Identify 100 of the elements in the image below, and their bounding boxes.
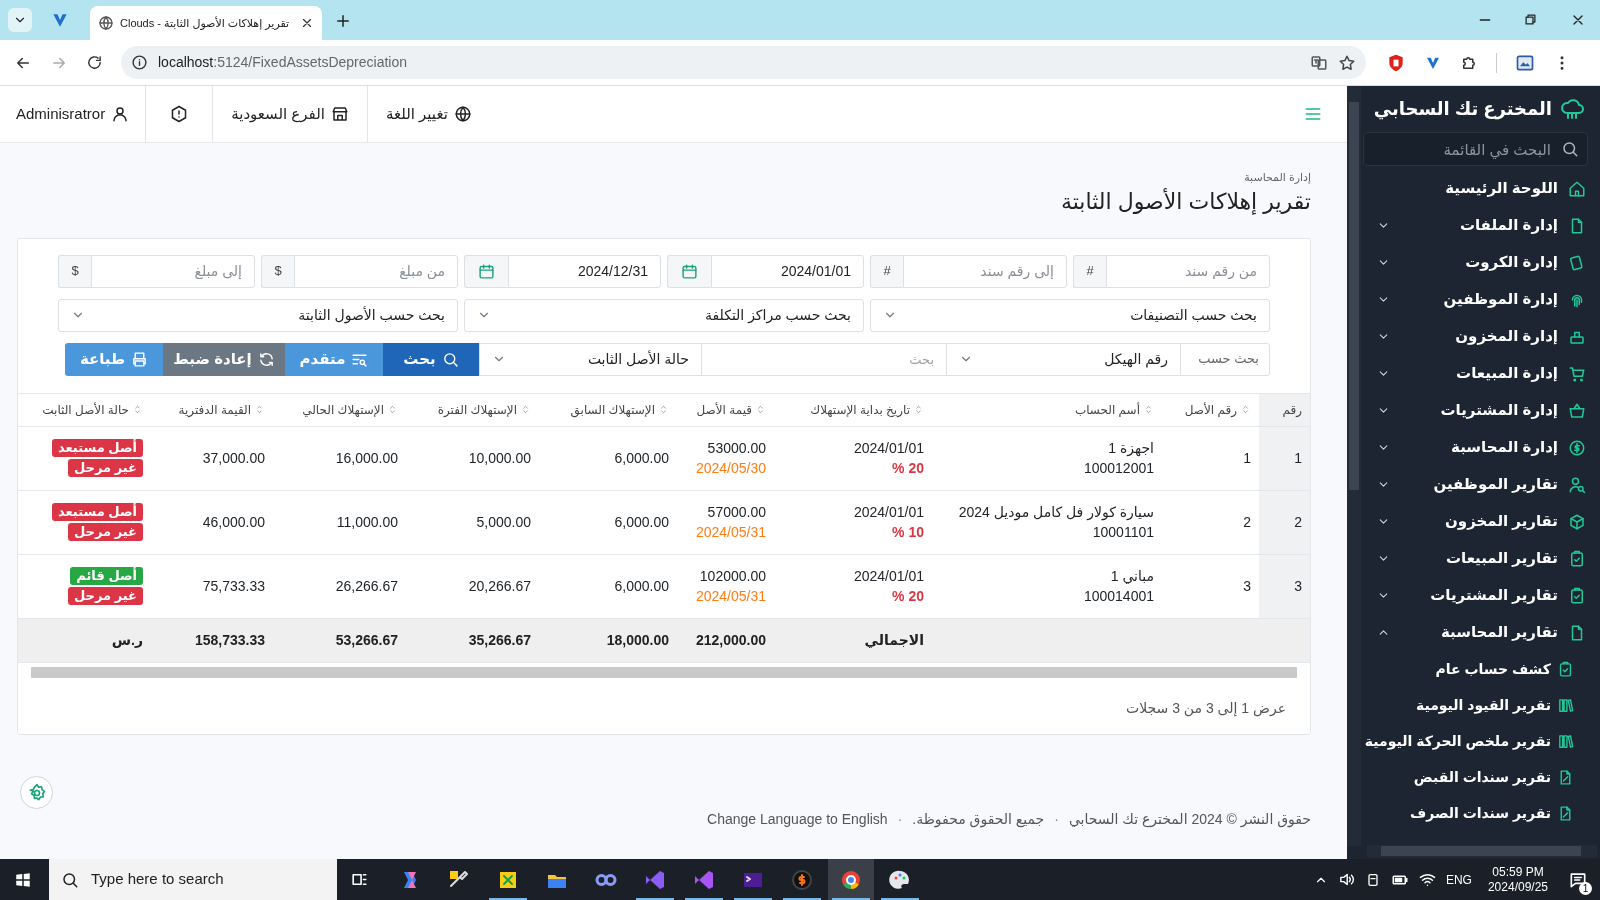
column-header[interactable]: تاريخ بداية الإستهلاك [810,400,910,419]
table-cell: 46,000.00 [202,514,265,530]
sidebar-item[interactable]: إدارة المبيعات [1363,355,1588,392]
settings-button[interactable] [20,776,53,809]
language-button[interactable]: تغيير اللغة [367,102,490,126]
wifi-icon[interactable] [1418,871,1436,888]
branch-button[interactable]: الفرع السعودية [213,102,367,126]
column-header[interactable]: الإستهلاك الحالي [302,400,384,419]
tab-list-button[interactable] [8,8,32,32]
sidebar-item[interactable]: إدارة الموظفين [1363,281,1588,318]
input-field[interactable]: إلى رقم سند [903,254,1067,288]
books-icon [1557,732,1574,750]
sort-icon [658,404,669,415]
close-icon[interactable] [300,16,314,30]
info-icon[interactable] [131,54,148,71]
taskbar-app-button[interactable] [828,859,874,900]
star-icon[interactable] [1338,53,1356,72]
sidebar-subitem[interactable]: تقرير القيود اليومية [1363,687,1588,723]
sidebar-item[interactable]: اللوحة الرئيسية [1363,170,1588,207]
total-cell: 53,266.67 [335,632,398,648]
account-name: سيارة كولار فل كامل موديل 2024 [957,503,1154,522]
sidebar-item[interactable]: تقارير المبيعات [1363,540,1588,577]
taskbar-search-field[interactable]: Type here to search [49,859,337,900]
dollar-icon [1568,438,1586,457]
input-field[interactable]: من مبلغ [294,254,458,288]
brand-name: المخترع تك السحابي [1373,97,1552,122]
sort-icon [254,404,265,415]
sidebar-item[interactable]: إدارة المشتريات [1363,392,1588,429]
start-date: 2024/01/01 [852,567,924,586]
input-field[interactable]: من رقم سند [1106,254,1270,288]
sidebar-subitem[interactable]: تقرير سندات الصرف [1363,795,1588,831]
language-indicator[interactable]: ENG [1445,870,1472,889]
restore-icon[interactable] [1523,12,1538,27]
search-button[interactable]: بحث [383,342,479,376]
footer-text: جميع الحقوق محفوظة. [912,809,1045,830]
account-name: مباني 1 [1109,567,1154,586]
input-field[interactable]: إلى مبلغ [91,254,255,288]
table-cell: 5,000.00 [476,514,531,530]
new-tab-icon[interactable] [334,12,352,30]
sidebar-item[interactable]: تقارير المحاسبة [1363,614,1588,651]
globe-icon [98,15,114,31]
browser-tab[interactable]: تقرير إهلاكات الأصول الثابتة - Clouds [90,6,322,40]
sidebar-subitem[interactable]: تقرير ملخص الحركة اليومية [1363,723,1588,759]
cube-icon [1568,512,1586,531]
value-date: 2024/05/31 [694,523,766,542]
column-header[interactable]: قيمة الأصل [696,400,752,419]
horizontal-scrollbar[interactable] [1367,845,1597,857]
account-code: 100012001 [1082,459,1154,478]
select-field[interactable]: بحث حسب مراكز التكلفة [464,298,864,332]
calendar-icon[interactable] [478,262,495,280]
sort-icon [1240,404,1251,415]
table-cell: 2 [1243,514,1251,530]
sidebar-item[interactable]: تقارير المخزون [1363,503,1588,540]
table-cell: 3 [1243,578,1251,594]
sidebar-subitem[interactable]: كشف حساب عام [1363,651,1588,687]
user-menu-button[interactable]: Adminisratror [16,102,146,126]
clock[interactable]: 05:59 PM 2024/09/25 [1481,864,1554,895]
windows-icon[interactable] [14,871,32,889]
column-header[interactable]: حالة الأصل الثابت [42,400,129,419]
select-field[interactable]: بحث حسب التصنيفات [870,298,1270,332]
shield-icon[interactable] [1386,52,1406,73]
column-header[interactable]: أسم الحساب [1074,400,1140,419]
column-header[interactable]: الإستهلاك الفترة [437,400,517,419]
sidebar-item[interactable]: تقارير المشتريات [1363,577,1588,614]
date-field[interactable]: 2024/12/31 [508,254,661,288]
pagination-info: عرض 1 إلى 3 من 3 سجلات [1124,698,1287,719]
sidebar-item[interactable]: إدارة المخزون [1363,318,1588,355]
sidebar-item[interactable]: إدارة الكروت [1363,244,1588,281]
select-field[interactable]: رقم الهيكل [946,342,1180,376]
house-icon [1568,179,1586,198]
sidebar-item[interactable]: إدارة المحاسبة [1363,429,1588,466]
status-badge: أصل مستبعد [52,503,143,521]
select-field[interactable]: بحث حسب الأصول الثابتة [58,298,458,332]
column-header[interactable]: الإستهلاك السابق [570,400,655,419]
select-field[interactable]: حالة الأصل الثابت [479,342,701,376]
reset-button[interactable]: إعادة ضبط [163,342,285,376]
table-cell: 16,000.00 [335,450,398,466]
date-field[interactable]: 2024/01/01 [711,254,864,288]
speaker-icon[interactable] [1337,871,1355,888]
vertical-scrollbar[interactable] [1347,86,1361,846]
language-link[interactable]: Change Language to English [707,808,888,830]
sidebar-item[interactable]: إدارة الملفات [1363,207,1588,244]
user-search-icon [1568,475,1586,494]
notification-button[interactable]: 1 [1564,864,1592,895]
clipboard-icon [1568,549,1586,568]
menu-search-field[interactable]: البحث في القائمة [1363,132,1588,166]
breadcrumb[interactable]: إدارة المحاسبة [17,169,1311,186]
table-cell: 1 [1243,450,1251,466]
column-header[interactable]: القيمة الدفترية [178,400,251,419]
user-icon [111,105,130,123]
reload-icon[interactable] [86,54,103,71]
calendar-icon[interactable] [681,262,698,280]
translate-icon[interactable] [1310,53,1328,72]
sidebar-item[interactable]: تقارير الموظفين [1363,466,1588,503]
column-header[interactable]: رقم الأصل [1184,400,1237,419]
table-cell: 6,000.00 [614,578,669,594]
sidebar-subitem[interactable]: تقرير سندات القبض [1363,759,1588,795]
alert-hexagon-icon[interactable] [170,105,189,123]
search-field[interactable]: بحث [701,342,946,376]
table-cell: 26,266.67 [335,578,398,594]
